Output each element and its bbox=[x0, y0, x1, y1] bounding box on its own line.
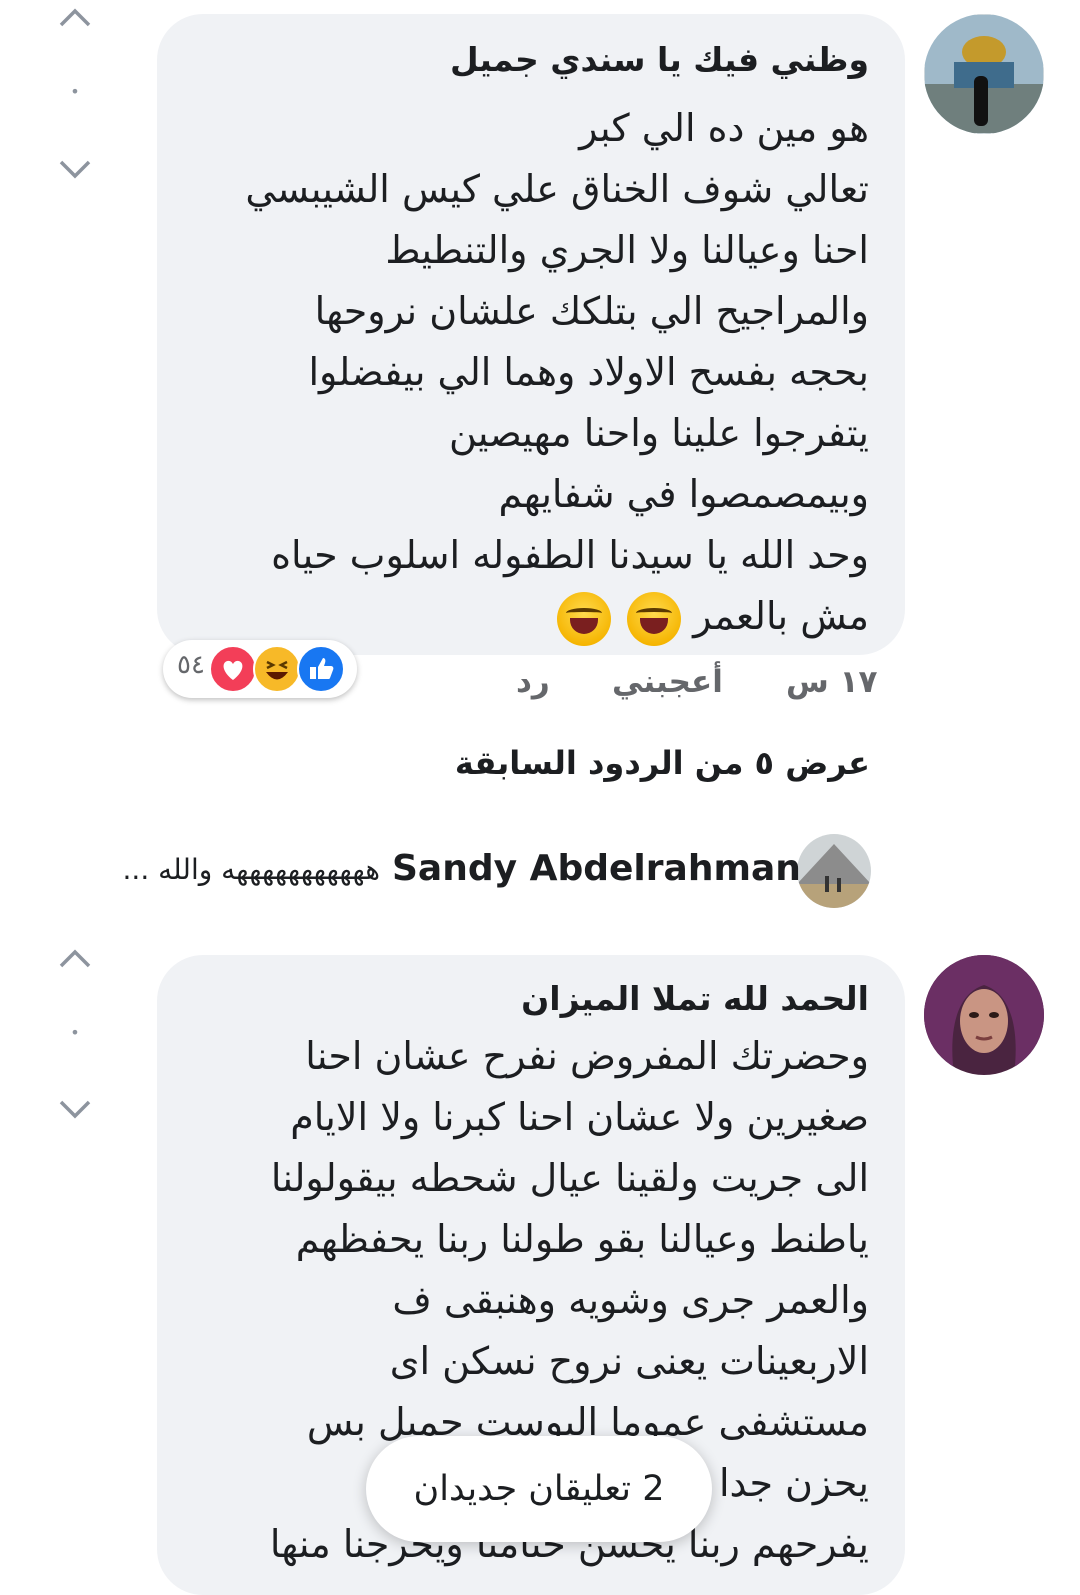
reply-preview-author[interactable]: Sandy Abdelrahman bbox=[392, 848, 801, 889]
laughing-tears-emoji bbox=[627, 591, 682, 646]
comment-bubble: وظني فيك يا سندي جميل هو مين ده الي كبر … bbox=[157, 14, 905, 655]
avatar-photo bbox=[924, 14, 1044, 134]
laughing-tears-emoji bbox=[556, 591, 611, 646]
comment-author[interactable]: وظني فيك يا سندي جميل bbox=[450, 40, 869, 79]
comment-line: بحجه بفسح الاولاد وهما الي بيفضلوا bbox=[308, 350, 869, 394]
comment-line: هو مين ده الي كبر bbox=[579, 106, 869, 150]
avatar[interactable] bbox=[924, 955, 1044, 1075]
love-icon bbox=[209, 645, 257, 693]
view-previous-replies[interactable]: عرض ٥ من الردود السابقة bbox=[455, 744, 870, 782]
chevron-up-icon bbox=[59, 949, 91, 968]
upvote-button[interactable] bbox=[55, 5, 95, 41]
avatar-photo bbox=[924, 955, 1044, 1075]
chevron-down-icon bbox=[59, 160, 91, 179]
comment-line: الى جريت ولقينا عيال شحطه بيقولولنا bbox=[270, 1156, 869, 1200]
avatar-photo bbox=[797, 834, 871, 908]
comment-author[interactable]: الحمد لله تملا الميزان bbox=[521, 979, 869, 1018]
avatar[interactable] bbox=[924, 14, 1044, 134]
comment-line: صغيرين ولا عشان احنا كبرنا ولا الايام bbox=[290, 1095, 869, 1139]
new-comments-toast[interactable]: 2 تعليقان جديدان bbox=[366, 1436, 712, 1542]
chevron-up-icon bbox=[59, 8, 91, 27]
comment-line: ياطنط وعيالنا بقو طولنا ربنا يحفظهم bbox=[295, 1217, 869, 1261]
downvote-button[interactable] bbox=[55, 158, 95, 194]
comment-line: وحد الله يا سيدنا الطفوله اسلوب حياه bbox=[271, 533, 869, 577]
comment-line: والعمر جرى وشويه وهنبقى ف bbox=[392, 1278, 869, 1322]
comment-line: الاربعينات يعنى نروح نسكن اى bbox=[389, 1339, 869, 1383]
reaction-count: ٥٤ bbox=[177, 650, 205, 680]
comment-line: احنا وعيالنا ولا الجري والتنطيط bbox=[385, 228, 869, 272]
comment-line: وبيمصمصوا في شفايهم bbox=[498, 472, 869, 516]
upvote-button[interactable] bbox=[55, 946, 95, 982]
reply-link[interactable]: رد bbox=[516, 664, 550, 708]
comment-line: والمراجيح الي بتلكك علشان نروحها bbox=[314, 289, 869, 333]
avatar[interactable] bbox=[797, 834, 871, 908]
downvote-button[interactable] bbox=[55, 1098, 95, 1134]
like-link[interactable]: أعجبني bbox=[612, 664, 723, 708]
reaction-summary[interactable]: ٥٤ bbox=[163, 640, 357, 698]
comment-body: هو مين ده الي كبر تعالي شوف الخناق علي ك… bbox=[187, 98, 869, 647]
comment-line: وحضرتك المفروض نفرح عشان احنا bbox=[305, 1034, 869, 1078]
haha-icon bbox=[253, 645, 301, 693]
comment-time: ١٧ س bbox=[786, 664, 878, 700]
vote-dot: • bbox=[70, 82, 80, 101]
comment-line: تعالي شوف الخناق علي كيس الشيبسي bbox=[245, 167, 869, 211]
comment-line: يتفرجوا علينا واحنا مهيصين bbox=[448, 411, 869, 455]
comment-line-text: مش بالعمر bbox=[693, 594, 869, 638]
reply-preview-text[interactable]: هههههههههههه والله ... bbox=[62, 853, 380, 886]
vote-dot: • bbox=[70, 1023, 80, 1042]
chevron-down-icon bbox=[59, 1100, 91, 1119]
comment-line: مش بالعمر bbox=[187, 586, 869, 647]
like-icon bbox=[297, 645, 345, 693]
